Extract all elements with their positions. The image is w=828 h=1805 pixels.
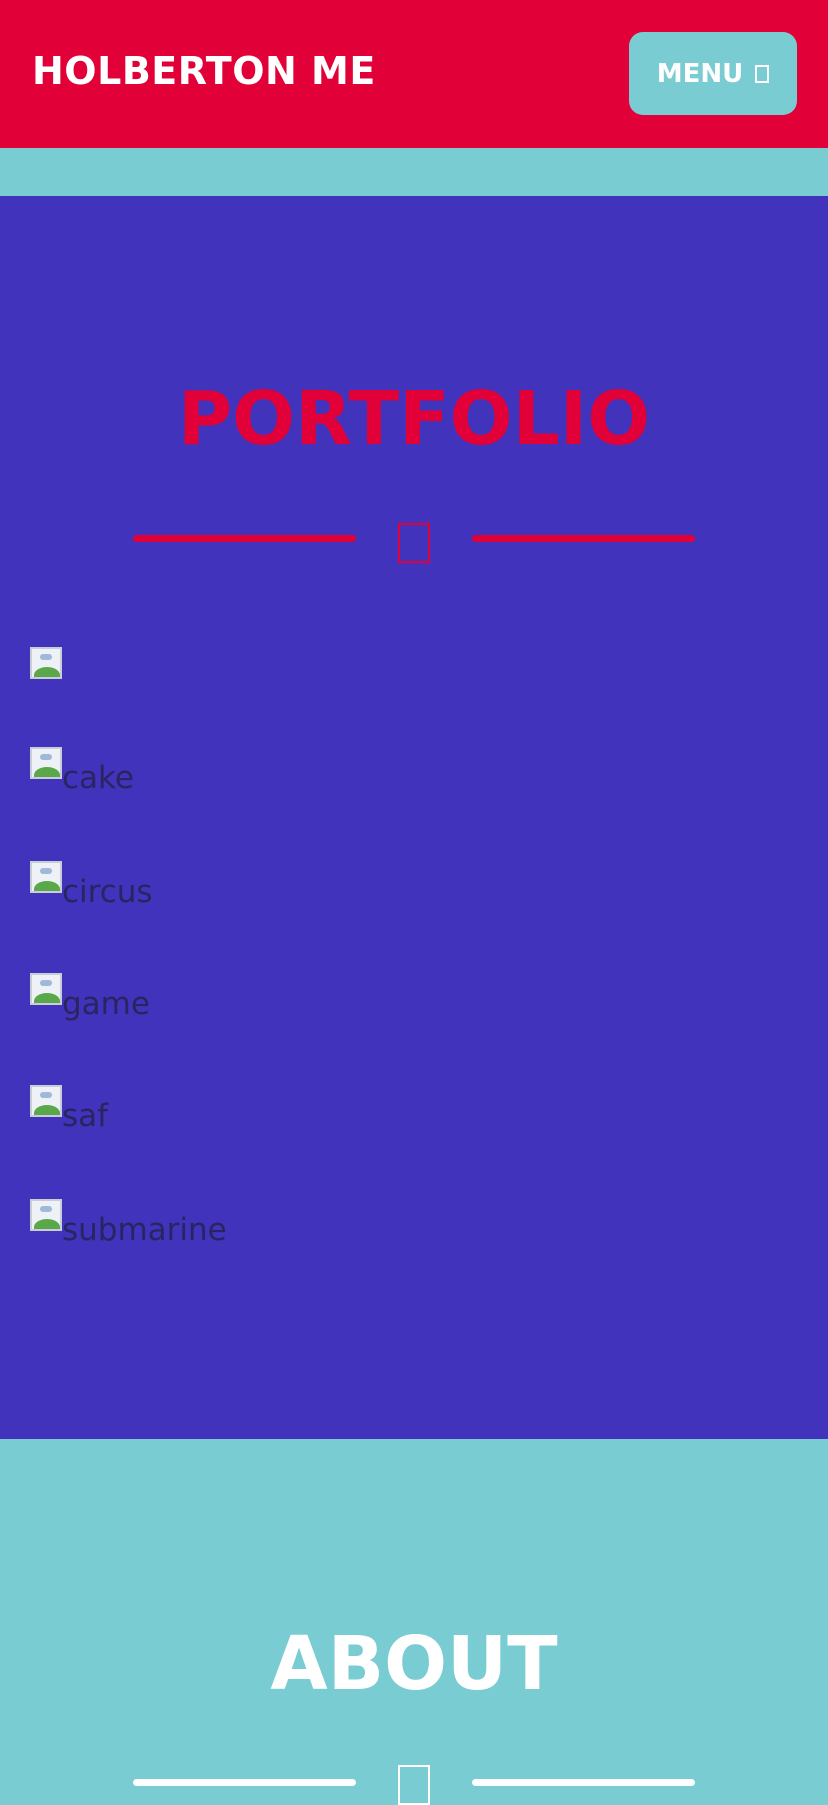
broken-image-icon [30,647,62,679]
about-section: ABOUT [0,1439,828,1805]
bars-icon [755,64,770,83]
image-alt-text: saf [62,1098,109,1134]
broken-image-icon [30,1199,62,1231]
header-spacer [0,148,828,196]
portfolio-image-circus[interactable]: circus [30,861,153,909]
portfolio-section: PORTFOLIO cake circus game saf submarine [0,196,828,1439]
broken-image-icon [30,747,62,779]
broken-image-icon [30,861,62,893]
portfolio-image[interactable] [30,647,62,681]
portfolio-title: PORTFOLIO [177,376,651,462]
top-navbar: HOLBERTON ME MENU [0,0,828,148]
divider-line-left [133,1779,356,1786]
portfolio-image-submarine[interactable]: submarine [30,1199,227,1247]
about-title: ABOUT [270,1621,558,1707]
portfolio-image-game[interactable]: game [30,973,150,1021]
divider-line-right [472,535,695,542]
user-icon [398,1765,430,1805]
brand-logo[interactable]: HOLBERTON ME [32,46,376,96]
image-alt-text: submarine [62,1212,227,1248]
image-alt-text: game [62,986,150,1022]
menu-button[interactable]: MENU [629,32,797,115]
portfolio-image-saf[interactable]: saf [30,1085,108,1133]
image-alt-text: cake [62,760,134,796]
code-icon [398,523,430,563]
broken-image-icon [30,973,62,1005]
menu-label: MENU [656,58,744,89]
image-alt-text: circus [62,874,153,910]
portfolio-image-cake[interactable]: cake [30,747,134,795]
divider-line-right [472,1779,695,1786]
divider-line-left [133,535,356,542]
broken-image-icon [30,1085,62,1117]
